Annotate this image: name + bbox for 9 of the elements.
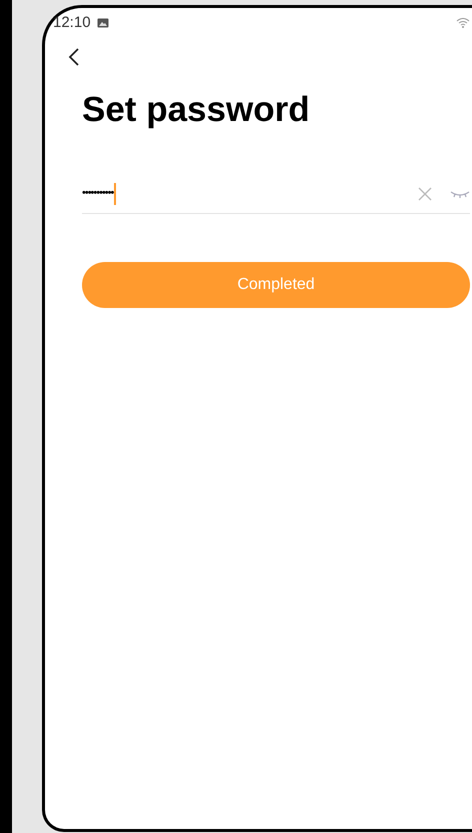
closed-eye-icon[interactable]	[450, 190, 470, 198]
password-value: •••••••••••	[82, 186, 114, 202]
clear-icon[interactable]	[418, 186, 432, 200]
page-title: Set password	[82, 89, 311, 131]
wifi-icon	[456, 18, 470, 28]
back-icon[interactable]	[68, 48, 80, 66]
image-icon	[96, 18, 109, 28]
password-field[interactable]: •••••••••••	[82, 174, 470, 214]
status-time: 12:10	[53, 12, 91, 33]
